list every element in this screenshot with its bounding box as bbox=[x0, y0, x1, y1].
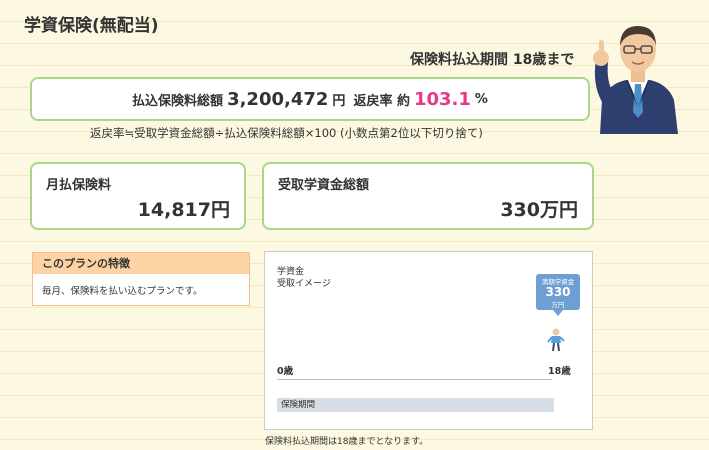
total-premium-unit: 円 bbox=[332, 93, 346, 109]
businessman-icon bbox=[593, 26, 678, 134]
age-start-label: 0歳 bbox=[277, 366, 294, 377]
total-benefit-label: 受取学資金総額 bbox=[278, 178, 370, 193]
monthly-premium-card: 月払保険料 14,817円 bbox=[30, 162, 246, 230]
insurance-period-bar: 保険期間 bbox=[277, 398, 554, 412]
maturity-benefit-value: 330 bbox=[545, 285, 571, 299]
plan-feature-box: このプランの特徴 毎月、保険料を払い込むプランです。 bbox=[32, 252, 250, 306]
return-rate-unit: % bbox=[474, 91, 488, 107]
maturity-benefit-bubble: 満期学資金 330 万円 bbox=[536, 274, 580, 316]
footnote: 保険料払込期間は18歳までとなります。 bbox=[265, 437, 429, 447]
age-end-label: 18歳 bbox=[548, 366, 571, 377]
payment-period-label: 保険料払込期間 18歳まで bbox=[410, 52, 575, 68]
return-rate-label: 返戻率 約 bbox=[353, 93, 410, 109]
benefit-image-title: 学資金 受取イメージ bbox=[277, 266, 331, 290]
return-rate-value: 103.1 bbox=[413, 88, 471, 110]
plan-feature-body: 毎月、保険料を払い込むプランです。 bbox=[42, 286, 203, 297]
total-premium-value: 3,200,472 bbox=[227, 88, 329, 110]
premium-summary-box: 払込保険料総額 3,200,472 円 返戻率 約 103.1 % bbox=[30, 77, 590, 121]
page-title: 学資保険(無配当) bbox=[24, 16, 159, 36]
child-icon bbox=[547, 328, 565, 352]
maturity-benefit-unit: 万円 bbox=[551, 301, 565, 309]
benefit-image-title-line2: 受取イメージ bbox=[277, 279, 331, 289]
timeline-axis bbox=[277, 379, 552, 380]
return-rate-formula: 返戻率≒受取学資金総額÷払込保険料総額×100 (小数点第2位以下切り捨て) bbox=[90, 126, 483, 140]
monthly-premium-label: 月払保険料 bbox=[46, 178, 112, 193]
plan-feature-header: このプランの特徴 bbox=[33, 253, 249, 274]
total-benefit-card: 受取学資金総額 330万円 bbox=[262, 162, 594, 230]
benefit-image-title-line1: 学資金 bbox=[277, 267, 305, 277]
monthly-premium-value: 14,817円 bbox=[137, 199, 230, 221]
benefit-image-panel: 学資金 受取イメージ 満期学資金 330 万円 0歳 18歳 保険期間 bbox=[264, 251, 593, 430]
total-premium-label: 払込保険料総額 bbox=[132, 93, 224, 109]
presenter-illustration bbox=[588, 12, 688, 138]
total-benefit-value: 330万円 bbox=[500, 199, 578, 221]
